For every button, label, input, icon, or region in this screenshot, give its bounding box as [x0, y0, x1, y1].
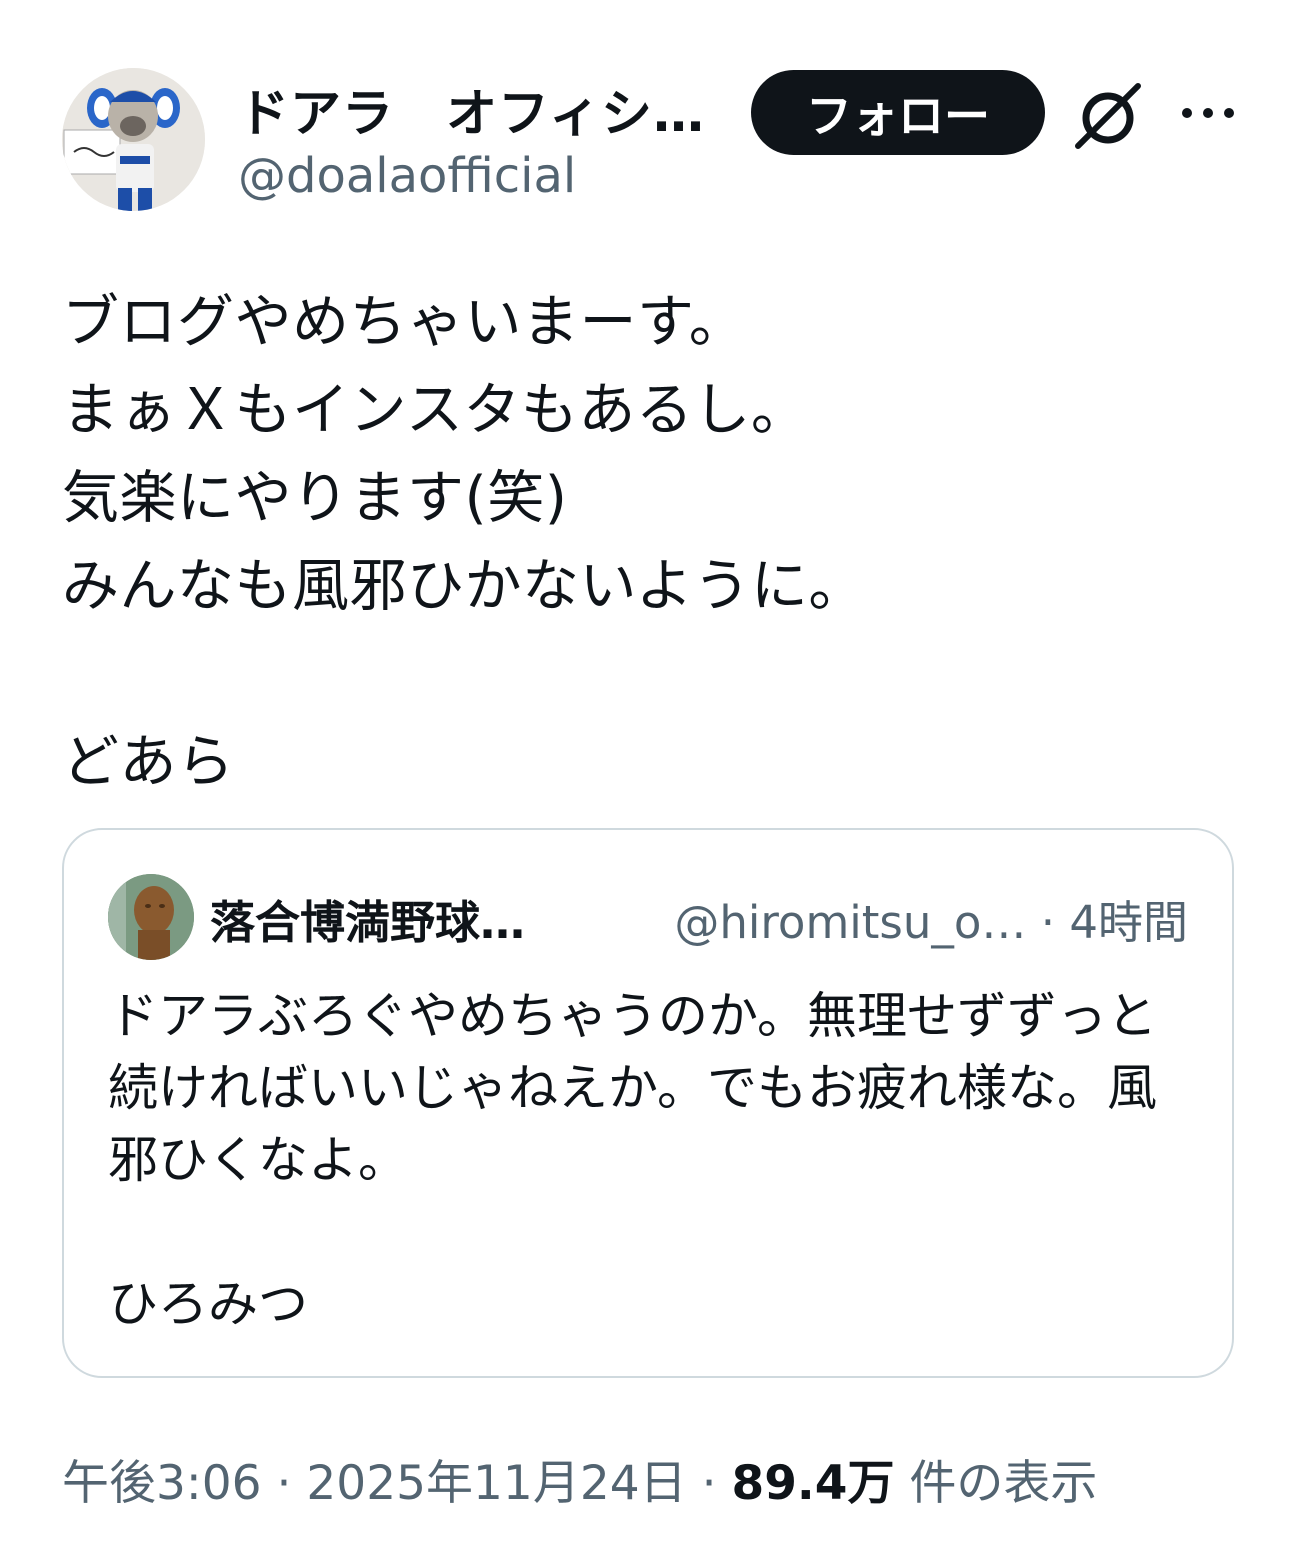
bust-avatar-icon: [108, 874, 194, 960]
quote-meta: @hiromitsu_o… · 4時間: [674, 886, 1188, 951]
mascot-avatar: [62, 68, 205, 211]
tweet-text: ブログやめちゃいまーす。 まぁＸもインスタもあるし。 気楽にやります(笑) みん…: [62, 289, 866, 795]
author-display-name[interactable]: ドアラ オフィシ…: [238, 72, 705, 146]
quote-text: ドアラぶろぐやめちゃうのか。無理せずずっと続ければいいじゃねえか。でもお疲れ様な…: [108, 987, 1157, 1333]
author-handle[interactable]: @doalaofficial: [238, 148, 576, 204]
quote-display-name[interactable]: 落合博満野球…: [210, 886, 525, 951]
tweet-time[interactable]: 午後3:06: [62, 1456, 262, 1511]
quote-time[interactable]: 4時間: [1069, 896, 1188, 949]
grok-icon[interactable]: [1072, 80, 1144, 152]
quote-handle[interactable]: @hiromitsu_o…: [674, 896, 1026, 949]
tweet-date[interactable]: 2025年11月24日: [306, 1456, 686, 1511]
quoted-tweet[interactable]: 落合博満野球… @hiromitsu_o… · 4時間 ドアラぶろぐやめちゃうの…: [62, 828, 1234, 1378]
tweet-footer: 午後3:06 · 2025年11月24日 · 89.4万 件の表示: [62, 1444, 1097, 1513]
view-label: 件の表示: [909, 1456, 1098, 1511]
quote-avatar: [108, 874, 194, 960]
author-avatar[interactable]: [62, 68, 205, 211]
footer-separator: ·: [701, 1456, 717, 1511]
follow-button[interactable]: フォロー: [751, 70, 1045, 155]
quote-separator: ·: [1040, 896, 1056, 949]
more-icon[interactable]: [1178, 98, 1238, 128]
footer-separator: ·: [276, 1456, 292, 1511]
view-count: 89.4万: [731, 1456, 895, 1511]
